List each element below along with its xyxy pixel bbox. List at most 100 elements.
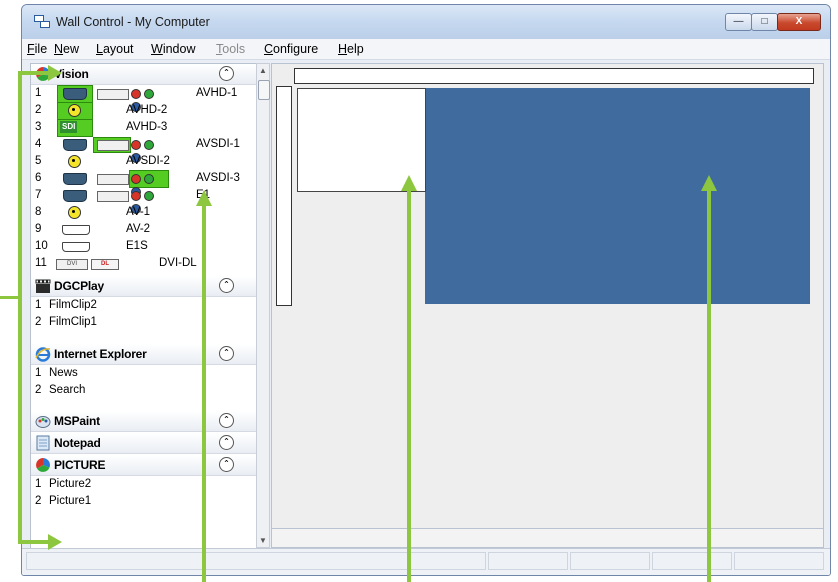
group-header-vision[interactable]: Vision ⌃: [31, 64, 257, 85]
menu-configure-mnemonic: C: [264, 42, 274, 56]
item-label: AVHD-3: [126, 121, 168, 133]
group-name-dgcplay: DGCPlay: [54, 279, 104, 293]
item-number: 6: [35, 172, 42, 184]
source-item-av-2[interactable]: 9 AV-2: [31, 222, 257, 238]
scroll-down-arrow-icon[interactable]: ▼: [259, 536, 267, 545]
source-item-filmclip2[interactable]: 1 FilmClip2: [31, 298, 257, 314]
item-label: AVSDI-2: [126, 155, 170, 167]
source-item-news[interactable]: 1 News: [31, 366, 257, 382]
menu-new[interactable]: New: [54, 42, 79, 56]
source-item-dvi-dl[interactable]: 11 DVI DL DVI-DL: [31, 256, 257, 272]
collapse-internet-explorer-icon[interactable]: ⌃: [219, 346, 234, 361]
annotation-arrow-line: [707, 190, 711, 582]
dvi-port-icon: [97, 191, 129, 202]
menu-new-text: ew: [63, 42, 80, 56]
menu-tools-text: ools: [222, 42, 246, 56]
source-item-e1[interactable]: 7 E1: [31, 188, 257, 214]
menu-configure[interactable]: Configure: [264, 42, 318, 56]
mspaint-icon: [35, 416, 51, 428]
vga-port-icon: [63, 190, 87, 202]
bottom-panel: [271, 528, 824, 548]
menu-window-mnemonic: W: [151, 42, 163, 56]
group-header-picture[interactable]: PICTURE ⌃: [31, 455, 257, 476]
clapperboard-icon: [35, 279, 51, 293]
item-label: Search: [49, 384, 86, 396]
group-name-picture: PICTURE: [54, 458, 106, 472]
source-list-scrollbar[interactable]: ▲ ▼: [256, 63, 270, 548]
item-label: AV-1: [126, 206, 151, 218]
menu-window[interactable]: Window: [151, 42, 195, 56]
group-header-dgcplay[interactable]: DGCPlay ⌃: [31, 276, 257, 297]
status-segment: [570, 552, 650, 570]
source-item-search[interactable]: 2 Search: [31, 383, 257, 399]
group-header-internet-explorer[interactable]: Internet Explorer ⌃: [31, 344, 257, 365]
menu-help-text: elp: [347, 42, 364, 56]
maximize-button[interactable]: □: [751, 13, 778, 31]
source-item-avhd-3[interactable]: 3 SDI AVHD-3: [31, 119, 257, 137]
scrollbar-thumb[interactable]: [258, 80, 270, 100]
item-number: 1: [35, 87, 42, 99]
item-number: 1: [35, 478, 42, 490]
source-item-avsdi-1[interactable]: 4 AVSDI-1: [31, 137, 257, 163]
annotation-arrow-right-icon: [48, 534, 62, 550]
group-name-internet-explorer: Internet Explorer: [54, 347, 147, 361]
item-number: 2: [35, 316, 42, 328]
collapse-picture-icon[interactable]: ⌃: [219, 457, 234, 472]
window-title: Wall Control - My Computer: [56, 15, 210, 29]
menu-layout-text: ayout: [102, 42, 134, 56]
source-item-filmclip1[interactable]: 2 FilmClip1: [31, 315, 257, 331]
component-rgb-icon: [131, 89, 165, 112]
menu-file[interactable]: File: [27, 42, 47, 56]
picture-icon: [36, 458, 50, 472]
source-item-picture2[interactable]: 1 Picture2: [31, 477, 257, 493]
source-item-picture1[interactable]: 2 Picture1: [31, 494, 257, 510]
annotation-bracket-top: [18, 71, 50, 75]
source-list-pane: Vision ⌃ 1 AVHD-1 2 AVHD-2 3 SDI AVHD-3 …: [30, 63, 258, 550]
menu-help[interactable]: Help: [338, 42, 364, 56]
minimize-button[interactable]: —: [725, 13, 752, 31]
annotation-arrow-line: [407, 190, 411, 582]
group-header-notepad[interactable]: Notepad ⌃: [31, 433, 257, 454]
item-label: FilmClip1: [49, 316, 97, 328]
source-item-av-1[interactable]: 8 AV-1: [31, 205, 257, 221]
menu-layout[interactable]: Layout: [96, 42, 134, 56]
source-item-avhd-2[interactable]: 2 AVHD-2: [31, 102, 257, 120]
item-label: E1S: [126, 240, 148, 252]
item-number: 1: [35, 367, 42, 379]
annotation-arrow-line: [202, 205, 206, 582]
source-item-e1s[interactable]: 10 E1S: [31, 239, 257, 255]
item-number: 4: [35, 138, 42, 150]
collapse-notepad-icon[interactable]: ⌃: [219, 435, 234, 450]
item-number: 3: [35, 121, 42, 133]
collapse-mspaint-icon[interactable]: ⌃: [219, 413, 234, 428]
vga-port-icon: [63, 88, 87, 100]
dvi-port-icon: DVI: [56, 259, 88, 270]
vga-port-icon: [63, 173, 87, 185]
item-number: 5: [35, 155, 42, 167]
item-number: 11: [35, 257, 47, 269]
close-button[interactable]: X: [777, 13, 821, 31]
source-item-avsdi-3[interactable]: 6 AVSDI-3: [31, 170, 257, 197]
sdi-port-icon: SDI: [60, 121, 78, 133]
menu-file-text: ile: [34, 42, 48, 56]
wall-layout-canvas[interactable]: [271, 63, 824, 530]
source-item-avsdi-2[interactable]: 5 AVSDI-2: [31, 154, 257, 170]
collapse-dgcplay-icon[interactable]: ⌃: [219, 278, 234, 293]
title-bar[interactable]: Wall Control - My Computer — □ X: [22, 5, 830, 39]
group-header-mspaint[interactable]: MSPaint ⌃: [31, 411, 257, 432]
display-wall-area[interactable]: [425, 88, 810, 304]
hdmi-port-icon: [62, 225, 90, 235]
component-rgb-icon: [131, 191, 165, 214]
item-number: 8: [35, 206, 42, 218]
menu-tools[interactable]: Tools: [216, 42, 245, 56]
menu-configure-text: onfigure: [273, 42, 319, 56]
dvi-dual-link-icon: DL: [91, 259, 119, 270]
collapse-vision-icon[interactable]: ⌃: [219, 66, 234, 81]
source-item-avhd-1[interactable]: 1 AVHD-1: [31, 85, 257, 112]
vga-port-icon: [63, 139, 87, 151]
scroll-up-arrow-icon[interactable]: ▲: [259, 66, 267, 75]
item-number: 9: [35, 223, 42, 235]
composite-port-icon: [68, 104, 81, 117]
status-segment: [734, 552, 824, 570]
composite-port-icon: [68, 155, 81, 168]
